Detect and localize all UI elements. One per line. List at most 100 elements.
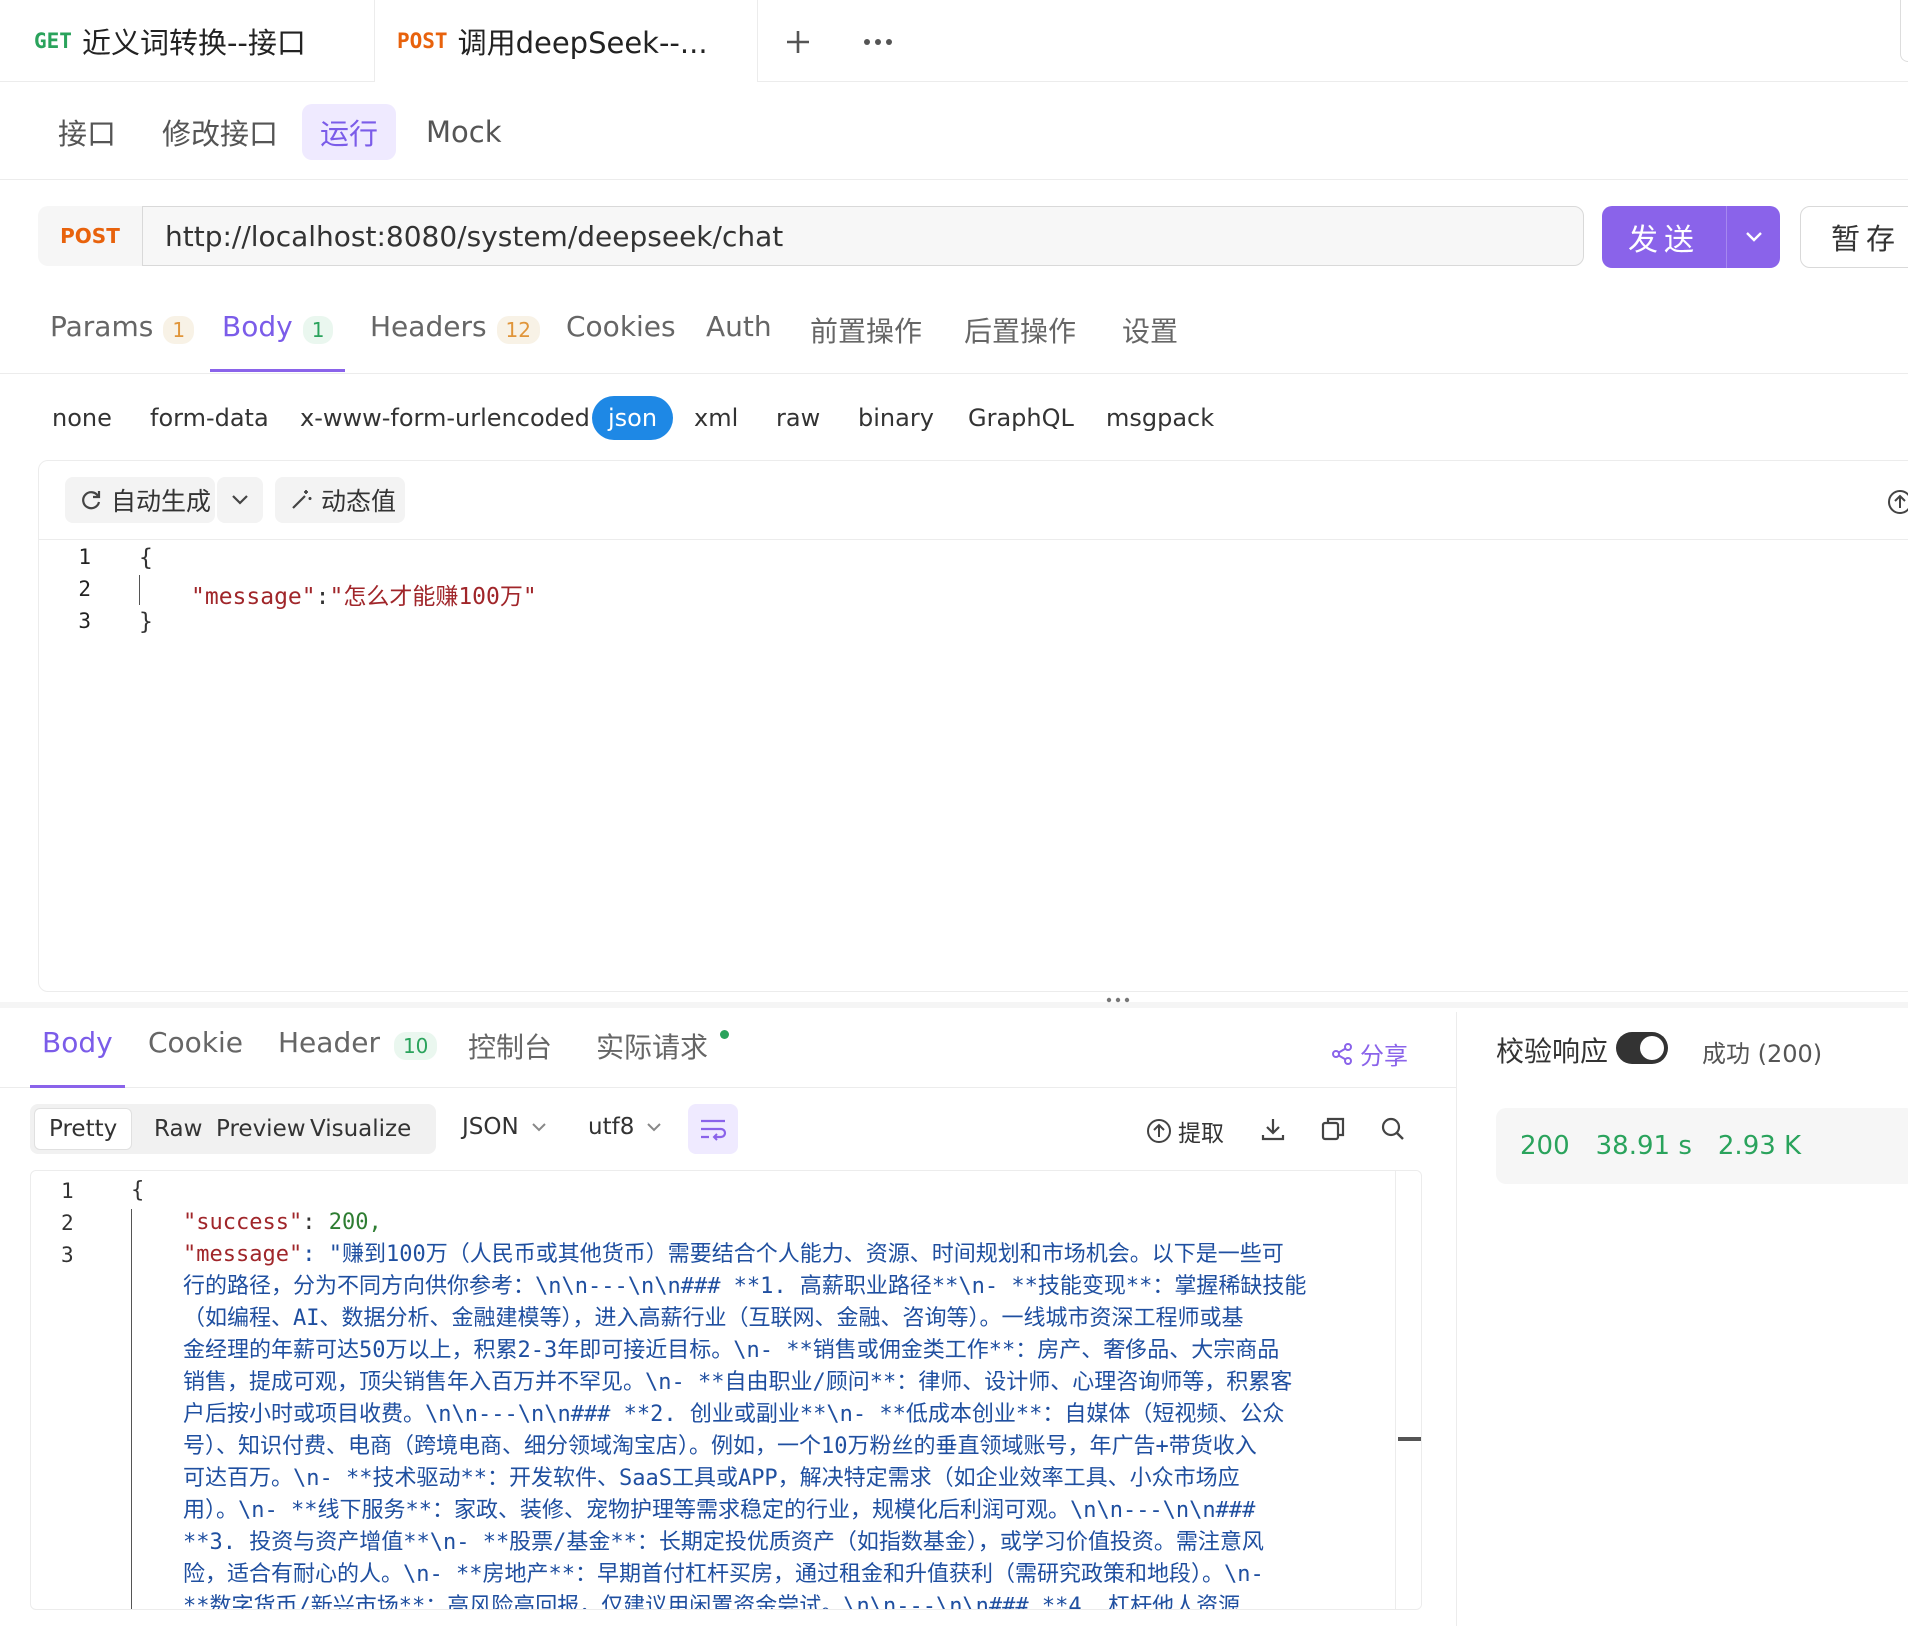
tab-post-operations[interactable]: 后置操作 <box>964 310 1076 372</box>
tab-cookies[interactable]: Cookies <box>566 310 676 372</box>
tab-response-body[interactable]: Body <box>30 1026 125 1088</box>
count-badge: 12 <box>496 316 540 344</box>
line-number: 2 <box>78 577 91 601</box>
tab-label: Header <box>278 1026 380 1059</box>
upload-circle-icon <box>1147 1119 1171 1143</box>
save-draft-button[interactable]: 暂存 <box>1800 206 1908 268</box>
message-line: : "赚到100万（人民币或其他货币）需要结合个人能力、资源、时间规划和市场机会… <box>302 1242 1284 1267</box>
tab-response-header[interactable]: Header 10 <box>278 1026 438 1088</box>
format-visualize[interactable]: Visualize <box>296 1108 425 1150</box>
extract-label: 提取 <box>1178 1121 1224 1147</box>
tab-params[interactable]: Params 1 <box>50 310 195 372</box>
refresh-icon <box>82 491 101 510</box>
drag-handle-icon <box>1106 997 1130 1003</box>
url-input[interactable]: http://localhost:8080/system/deepseek/ch… <box>142 206 1584 266</box>
body-type-none[interactable]: none <box>52 396 112 440</box>
tab-title: 近义词转换--接口 <box>81 26 306 60</box>
search-button[interactable] <box>1378 1114 1408 1144</box>
request-tab-deepseek[interactable]: POST 调用deepSeek--... <box>374 0 758 82</box>
validate-response-toggle[interactable] <box>1616 1032 1668 1064</box>
message-line: **3. 投资与资产增值**\n- **股票/基金**：长期定投优质资产（如指数… <box>183 1530 1264 1555</box>
plus-icon <box>787 31 809 53</box>
tab-label: 实际请求 <box>596 1031 709 1064</box>
body-type-urlencoded[interactable]: x-www-form-urlencoded <box>300 396 590 440</box>
dynamic-value-label: 动态值 <box>321 487 397 516</box>
code-open-brace: { <box>131 1178 145 1203</box>
status-code: 200 <box>1520 1131 1570 1161</box>
code-close-brace: } <box>139 609 153 635</box>
tab-body[interactable]: Body 1 <box>210 310 346 372</box>
count-badge: 1 <box>302 316 334 344</box>
tab-api[interactable]: 接口 <box>40 104 134 160</box>
response-body-viewer[interactable]: 1 2 3 { "success": 200, "message": "赚到10… <box>30 1170 1422 1610</box>
message-line: 用）。\n- **线下服务**：家政、装修、宠物护理等需求稳定的行业，规模化后利… <box>183 1498 1256 1523</box>
add-tab-button[interactable] <box>772 18 824 66</box>
body-type-form-data[interactable]: form-data <box>150 396 269 440</box>
chevron-down-icon <box>232 495 248 505</box>
request-tab-synonym[interactable]: GET 近义词转换--接口 <box>0 0 374 82</box>
share-button[interactable]: 分享 <box>1330 1036 1408 1071</box>
request-body-editor: 自动生成 动态值 1 2 3 { "message":"怎么才能赚100万" } <box>38 460 1908 992</box>
message-line: 户后按小时或项目收费。\n\n---\n\n### **2. 创业或副业**\n… <box>183 1402 1285 1427</box>
vertical-scrollbar[interactable] <box>1395 1171 1421 1609</box>
share-label: 分享 <box>1360 1042 1408 1070</box>
code-line-message[interactable]: "message":"怎么才能赚100万" <box>191 577 537 611</box>
tab-title: 调用deepSeek--... <box>457 26 708 60</box>
body-type-binary[interactable]: binary <box>858 396 934 440</box>
body-type-graphql[interactable]: GraphQL <box>968 396 1074 440</box>
auto-generate-options-button[interactable] <box>217 477 263 523</box>
code-line-message: "message": "赚到100万（人民币或其他货币）需要结合个人能力、资源、… <box>183 1239 1415 1610</box>
chevron-down-icon <box>647 1123 662 1132</box>
tab-method: GET <box>34 29 72 53</box>
tab-response-cookie[interactable]: Cookie <box>148 1026 243 1088</box>
body-type-msgpack[interactable]: msgpack <box>1106 396 1214 440</box>
send-options-button[interactable] <box>1726 206 1780 268</box>
body-type-json[interactable]: json <box>592 396 674 440</box>
encoding-select[interactable]: utf8 <box>588 1114 662 1140</box>
wrap-text-icon <box>701 1119 727 1141</box>
download-icon <box>1261 1119 1285 1141</box>
api-sub-nav: 接口 修改接口 运行 Mock <box>0 82 1908 180</box>
upload-icon-button[interactable] <box>1885 487 1908 517</box>
method-select[interactable]: POST <box>38 206 142 266</box>
response-tabs: Body Cookie Header 10 控制台 实际请求 分享 <box>0 1012 1456 1088</box>
response-time: 38.91 s <box>1595 1131 1692 1161</box>
format-toggle-group: Pretty Raw Preview Visualize <box>30 1104 436 1154</box>
tab-console[interactable]: 控制台 <box>468 1026 552 1088</box>
tab-actual-request[interactable]: 实际请求 <box>596 1026 730 1088</box>
editor-toolbar-divider <box>39 539 1908 540</box>
send-button[interactable]: 发送 <box>1602 206 1726 268</box>
tab-pre-operations[interactable]: 前置操作 <box>810 310 922 372</box>
dynamic-value-button[interactable]: 动态值 <box>275 477 405 523</box>
chevron-down-icon <box>1745 232 1762 242</box>
message-line: 销售，提成可观，顶尖销售年入百万并不罕见。\n- **自由职业/顾问**：律师、… <box>183 1370 1293 1395</box>
encoding-value: utf8 <box>588 1114 635 1140</box>
search-icon <box>1381 1117 1404 1140</box>
tab-settings[interactable]: 设置 <box>1122 310 1178 372</box>
response-size: 2.93 K <box>1717 1131 1802 1161</box>
scrollbar-thumb[interactable] <box>1398 1437 1421 1441</box>
response-stats: 200 38.91 s 2.93 K <box>1496 1108 1908 1184</box>
more-tabs-button[interactable] <box>852 18 904 66</box>
body-type-xml[interactable]: xml <box>694 396 738 440</box>
panel-splitter[interactable] <box>0 997 1908 1008</box>
auto-generate-button[interactable]: 自动生成 <box>65 477 215 523</box>
format-pretty[interactable]: Pretty <box>34 1108 133 1150</box>
word-wrap-button[interactable] <box>688 1104 738 1154</box>
message-line: 金经理的年薪可达50万以上，积累2-3年即可接近目标。\n- **销售或佣金类工… <box>183 1338 1280 1363</box>
message-line: **数字货币/新兴市场**：高风险高回报，仅建议用闲置资金尝试。\n\n---\… <box>183 1594 1241 1610</box>
tab-run[interactable]: 运行 <box>302 104 397 160</box>
copy-button[interactable] <box>1318 1114 1348 1144</box>
extract-button[interactable]: 提取 <box>1146 1114 1224 1148</box>
request-tabs: Params 1 Body 1 Headers 12 Cookies Auth … <box>0 296 1908 374</box>
tab-headers[interactable]: Headers 12 <box>370 310 540 372</box>
tab-label: Body <box>222 310 293 343</box>
line-number: 3 <box>61 1243 74 1267</box>
body-type-raw[interactable]: raw <box>776 396 820 440</box>
language-select[interactable]: JSON <box>462 1114 547 1140</box>
language-value: JSON <box>462 1114 519 1140</box>
tab-edit-api[interactable]: 修改接口 <box>144 104 296 160</box>
tab-auth[interactable]: Auth <box>706 310 772 372</box>
tab-mock[interactable]: Mock <box>408 104 520 160</box>
download-button[interactable] <box>1258 1114 1288 1144</box>
